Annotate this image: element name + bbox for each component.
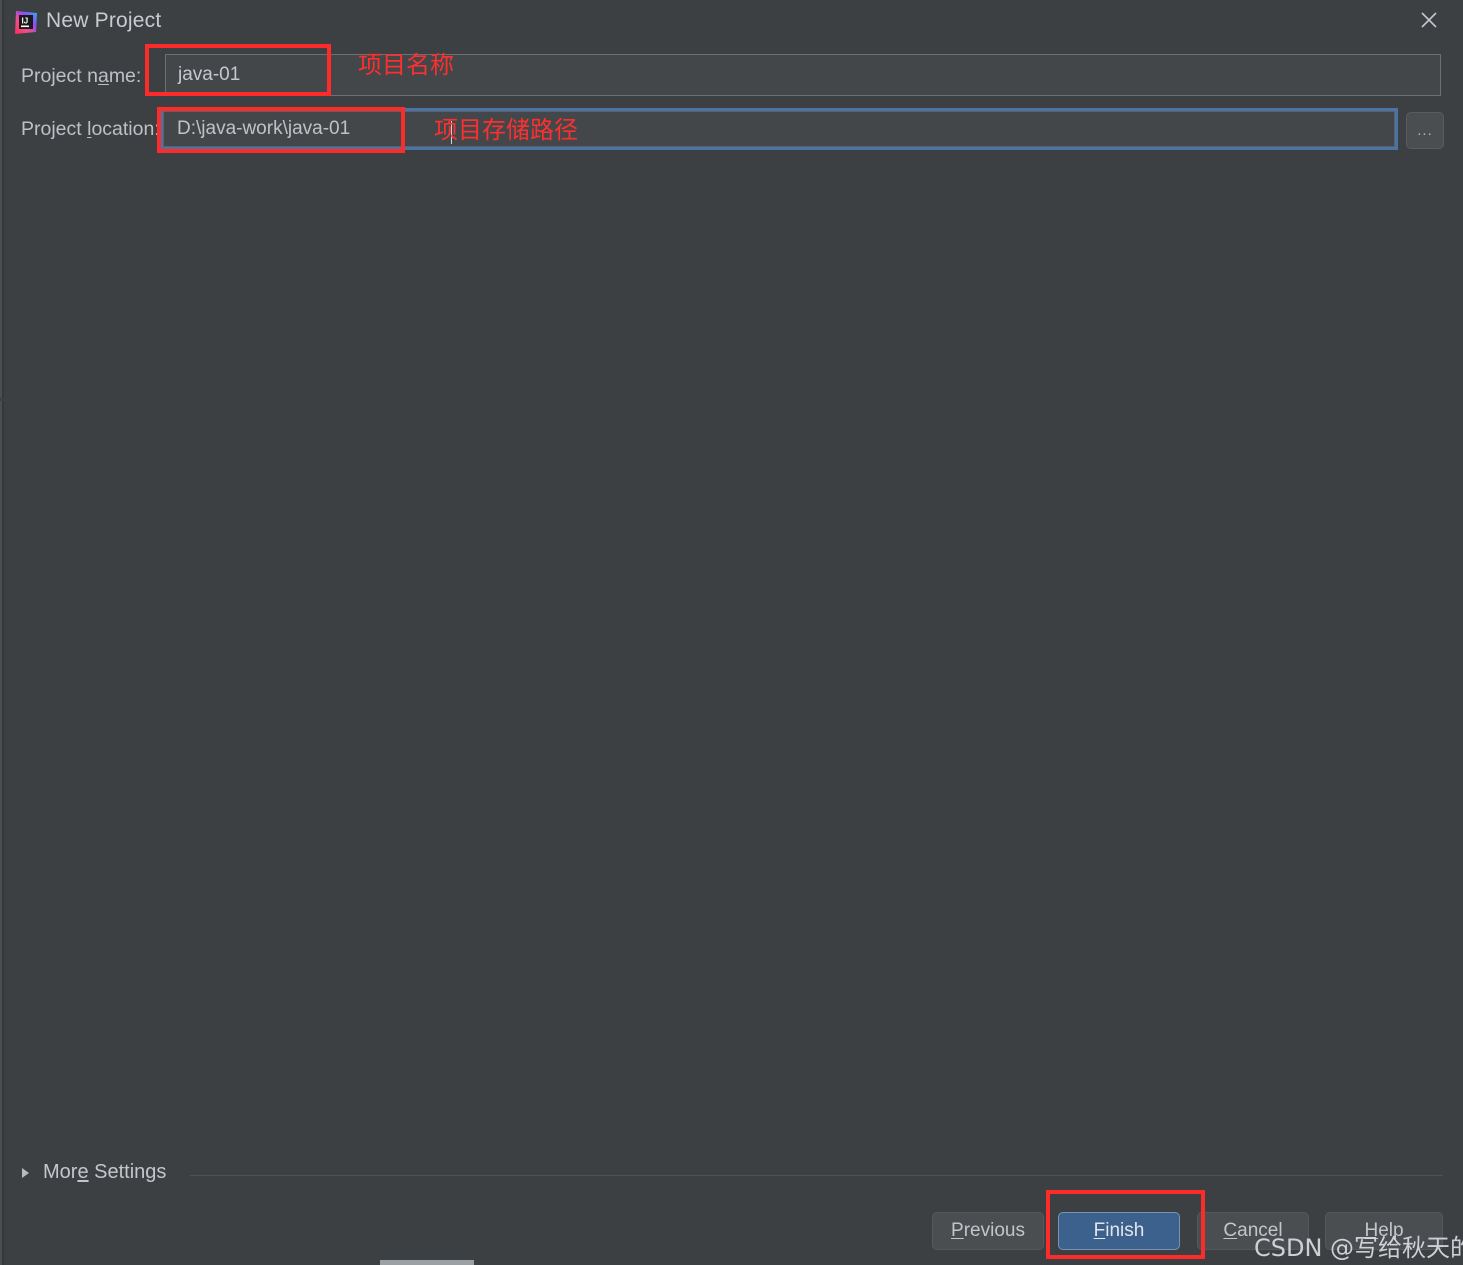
window-left-edge-highlight	[0, 0, 2, 1265]
project-location-input-wrapper[interactable]: D:\java-work\java-01	[160, 108, 1398, 150]
project-name-input[interactable]: java-01	[165, 54, 1441, 96]
ellipsis-icon: ...	[1417, 122, 1433, 139]
intellij-idea-icon: IJ	[13, 10, 38, 35]
annotation-label-project-name: 项目名称	[358, 51, 454, 79]
close-button[interactable]	[1395, 0, 1463, 45]
bottom-edge-strip	[380, 1260, 474, 1265]
more-settings-toggle[interactable]: More Settings	[22, 1161, 166, 1184]
finish-button[interactable]: Finish	[1058, 1212, 1180, 1250]
project-location-input[interactable]: D:\java-work\java-01	[163, 111, 1395, 147]
window-title: New Project	[46, 9, 162, 32]
project-location-label: Project location:	[21, 118, 160, 140]
chevron-right-icon	[22, 1167, 29, 1178]
project-name-value: java-01	[178, 64, 241, 85]
csdn-watermark: CSDN @写给秋天的信	[1254, 1234, 1463, 1262]
browse-location-button[interactable]: ...	[1406, 112, 1444, 149]
project-location-value: D:\java-work\java-01	[177, 118, 351, 139]
project-name-label: Project name:	[21, 65, 142, 87]
mnemonic-letter: P	[951, 1220, 964, 1241]
title-bar: IJ New Project	[0, 0, 1463, 45]
mnemonic-letter: a	[97, 65, 109, 87]
previous-button[interactable]: Previous	[932, 1212, 1044, 1250]
mnemonic-letter: e	[77, 1161, 89, 1183]
more-settings-separator	[190, 1175, 1443, 1176]
mnemonic-letter: F	[1093, 1220, 1106, 1241]
close-icon	[1421, 12, 1437, 28]
mnemonic-letter: C	[1223, 1220, 1238, 1241]
new-project-dialog: IJ New Project Project name: java-01 Pro…	[0, 0, 1463, 1265]
more-settings-label: More Settings	[43, 1161, 167, 1183]
window-left-edge-break	[0, 398, 4, 401]
svg-text:IJ: IJ	[22, 17, 29, 26]
annotation-label-project-location: 项目存储路径	[434, 116, 578, 144]
